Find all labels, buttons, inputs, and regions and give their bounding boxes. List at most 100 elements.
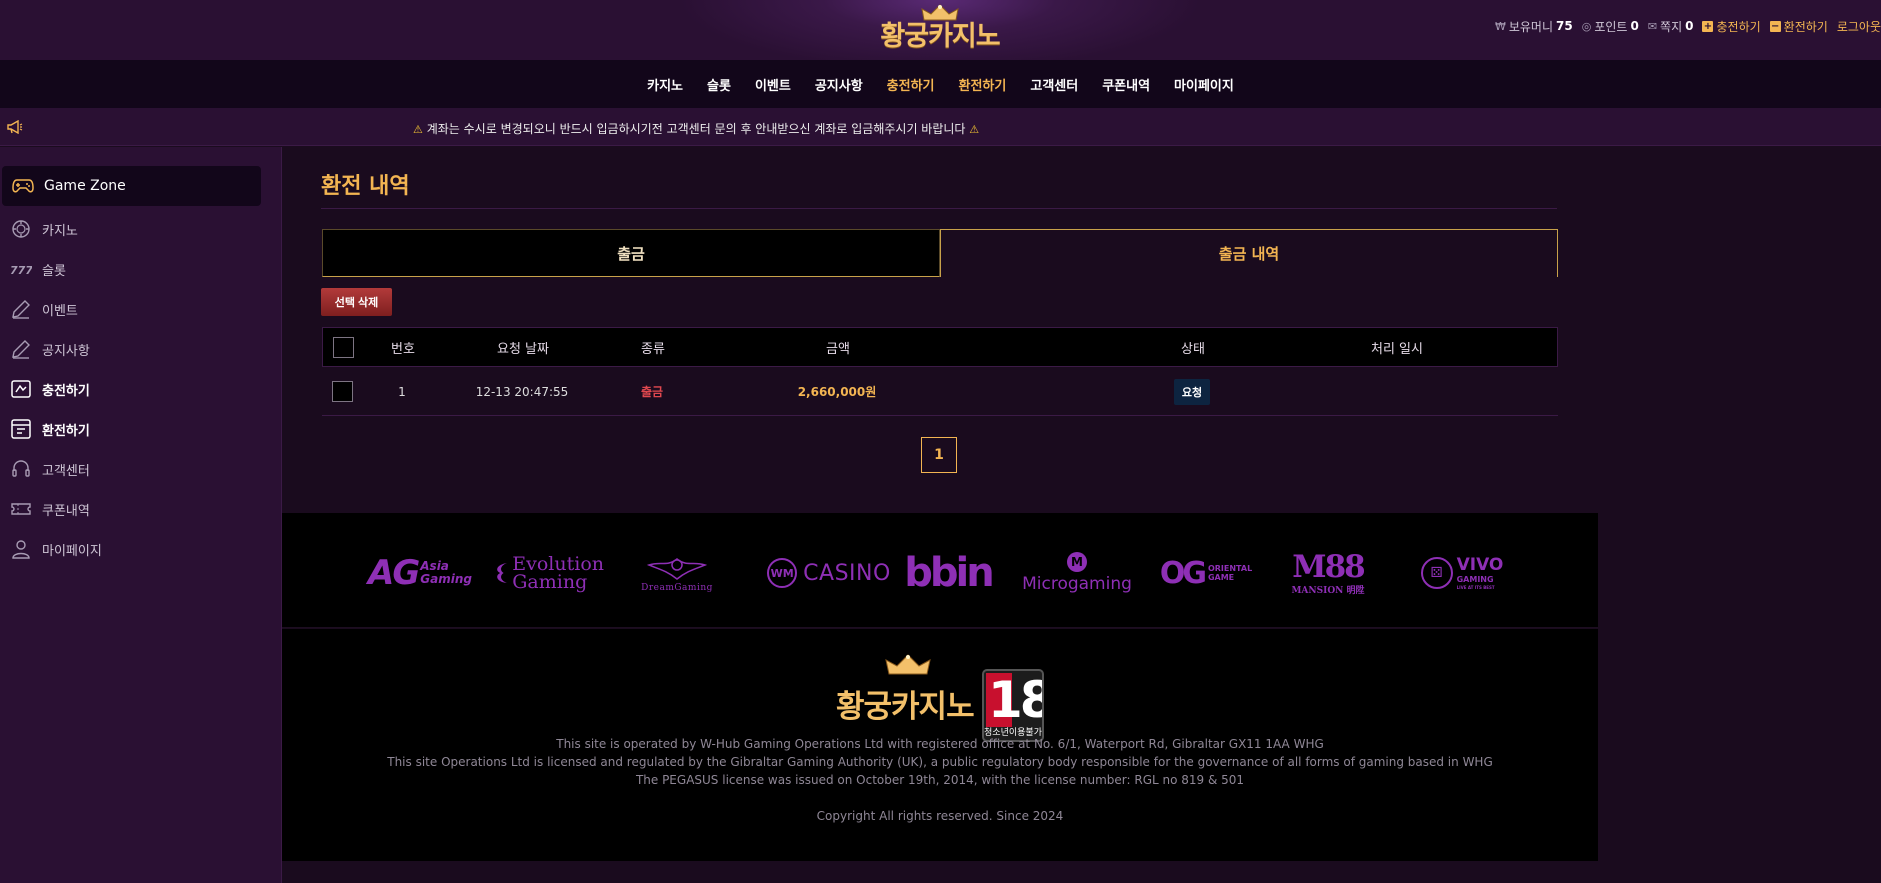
message-value: 0 — [1685, 19, 1694, 33]
provider-microgaming-logo: M Microgaming — [1022, 549, 1132, 597]
og-line1: ORIENTAL — [1207, 564, 1253, 573]
row-type: 출금 — [640, 385, 664, 399]
won-icon: ₩ — [1494, 19, 1506, 33]
tab-withdraw[interactable]: 출금 — [322, 229, 940, 277]
tab-withdraw-history[interactable]: 출금 내역 — [940, 229, 1558, 277]
vivo-text: VIVO GAMING LIVE AT ITS BEST — [1457, 556, 1504, 591]
slot-777-icon: 777 — [10, 264, 32, 277]
pencil-icon — [12, 340, 30, 359]
sidebar-item-slot[interactable]: 777 슬롯 — [10, 257, 66, 281]
exchange-link[interactable]: − 환전하기 — [1769, 18, 1828, 35]
row-checkbox[interactable] — [331, 381, 353, 402]
dreamgaming-text: DreamGaming — [641, 583, 713, 593]
logout-link[interactable]: 로그아웃 — [1837, 18, 1881, 35]
sidebar-item-support[interactable]: 고객센터 — [10, 457, 90, 481]
row-no: 1 — [398, 384, 406, 399]
title-divider — [321, 208, 1557, 209]
sidebar-item-label: 이벤트 — [42, 303, 78, 319]
sidebar-item-charge[interactable]: 충전하기 — [10, 377, 90, 401]
money-label: 보유머니 — [1508, 19, 1554, 34]
microgaming-text: Microgaming — [1022, 574, 1132, 594]
nav-mypage[interactable]: 마이페이지 — [1174, 75, 1234, 94]
nav-casino[interactable]: 카지노 — [647, 75, 683, 94]
money-value: 75 — [1556, 19, 1573, 33]
sidebar-item-label: 고객센터 — [42, 463, 90, 479]
nav-event[interactable]: 이벤트 — [755, 75, 791, 94]
ag-text: Asia Gaming — [420, 560, 472, 586]
sidebar-item-label: 공지사항 — [42, 343, 90, 359]
provider-dreamgaming-logo: DreamGaming — [632, 549, 722, 597]
vivo-dice-icon: ⚄ — [1420, 557, 1453, 589]
page-title: 환전 내역 — [321, 174, 410, 199]
nav-notice[interactable]: 공지사항 — [815, 75, 863, 94]
withdraw-icon — [11, 419, 31, 439]
vivo-line2: GAMING — [1456, 574, 1494, 584]
sidebar-item-exchange[interactable]: 환전하기 — [10, 417, 90, 441]
nav-coupon[interactable]: 쿠폰내역 — [1102, 75, 1150, 94]
row-amount: 2,660,000원 — [797, 385, 877, 399]
plus-square-icon: + — [1702, 20, 1714, 32]
sidebar-item-mypage[interactable]: 마이페이지 — [10, 537, 102, 561]
game-zone-label: Game Zone — [44, 178, 126, 194]
og-text: ORIENTAL GAME — [1208, 564, 1252, 582]
gamepad-icon — [12, 179, 34, 193]
footer: 황궁카지노 18 청소년이용불가 This site is operated b… — [282, 629, 1598, 861]
evolution-text: Evolution Gaming — [512, 555, 604, 592]
point-display: ◎ 포인트 0 — [1582, 18, 1639, 35]
money-display: ₩ 보유머니 75 — [1495, 18, 1573, 35]
m88-sub: MANSION 明陞 — [1291, 585, 1365, 596]
sidebar-item-label: 카지노 — [42, 223, 78, 239]
point-label: 포인트 — [1594, 19, 1628, 34]
legal-line-2: This site Operations Ltd is licensed and… — [387, 755, 1493, 769]
m88-text: M88 — [1292, 548, 1365, 585]
header-date: 요청 날짜 — [497, 341, 549, 357]
sidebar-item-event[interactable]: 이벤트 — [10, 297, 78, 321]
message-link[interactable]: ✉ 쪽지 0 — [1648, 18, 1694, 35]
bbin-text: bbin — [904, 550, 994, 596]
game-zone-header[interactable]: Game Zone — [2, 166, 261, 206]
microgaming-mark-icon: M — [1067, 552, 1087, 572]
select-all-checkbox[interactable] — [332, 336, 354, 358]
sidebar-item-label: 마이페이지 — [42, 543, 102, 559]
footer-logo-text: 황궁카지노 — [836, 689, 975, 725]
top-header: 황궁카지노 ₩ 보유머니 75 ◎ 포인트 0 ✉ 쪽지 0 + 충전하기 − … — [0, 0, 1881, 60]
vivo-line1: VIVO — [1456, 554, 1504, 575]
site-logo[interactable]: 황궁카지노 — [870, 0, 1010, 52]
warning-icon: ⚠ — [969, 123, 980, 136]
ag-mark: AG — [368, 553, 420, 593]
nav-slot[interactable]: 슬롯 — [707, 75, 731, 94]
svg-text:777: 777 — [10, 264, 32, 277]
megaphone-icon — [7, 120, 23, 134]
provider-logos: AG Asia Gaming Evolution Gaming DreamGam… — [282, 513, 1598, 628]
status-badge: 요청 — [1173, 378, 1211, 405]
age-badge-number: 18 — [988, 671, 1042, 729]
provider-asia-gaming-logo: AG Asia Gaming — [360, 549, 480, 597]
header-processed: 처리 일시 — [1371, 341, 1423, 357]
header-no: 번호 — [391, 341, 415, 357]
sidebar-item-notice[interactable]: 공지사항 — [10, 337, 90, 361]
wm-circle-icon: WM — [767, 558, 798, 588]
sidebar-item-casino[interactable]: 카지노 — [10, 217, 78, 241]
provider-wm-casino-logo: WM CASINO — [756, 549, 902, 597]
nav-exchange[interactable]: 환전하기 — [959, 75, 1007, 94]
crown-icon — [885, 654, 931, 675]
sidebar-item-coupon[interactable]: 쿠폰내역 — [10, 497, 90, 521]
nav-charge[interactable]: 충전하기 — [887, 75, 935, 94]
user-bar: ₩ 보유머니 75 ◎ 포인트 0 ✉ 쪽지 0 + 충전하기 − 환전하기 로… — [1495, 17, 1881, 35]
provider-evolution-logo: Evolution Gaming — [492, 549, 604, 597]
deposit-icon — [11, 380, 31, 398]
og-mark: OG — [1159, 555, 1207, 591]
charge-link[interactable]: + 충전하기 — [1702, 18, 1761, 35]
vivo-line3: LIVE AT ITS BEST — [1456, 584, 1495, 590]
exchange-label: 환전하기 — [1783, 19, 1828, 34]
notice-bar: ⚠ 계좌는 수시로 변경되오니 반드시 입금하시기전 고객센터 문의 후 안내받… — [0, 108, 1881, 146]
user-icon — [12, 540, 30, 559]
coin-icon: ◎ — [1581, 19, 1592, 33]
warning-icon: ⚠ — [413, 123, 423, 136]
provider-m88-logo: M88 MANSION 明陞 — [1288, 549, 1368, 597]
nav-support[interactable]: 고객센터 — [1030, 75, 1078, 94]
delete-selected-button[interactable]: 선택 삭제 — [321, 288, 392, 316]
pagination-page-1[interactable]: 1 — [921, 437, 957, 473]
legal-line-1: This site is operated by W-Hub Gaming Op… — [556, 737, 1324, 751]
charge-label: 충전하기 — [1716, 19, 1761, 34]
